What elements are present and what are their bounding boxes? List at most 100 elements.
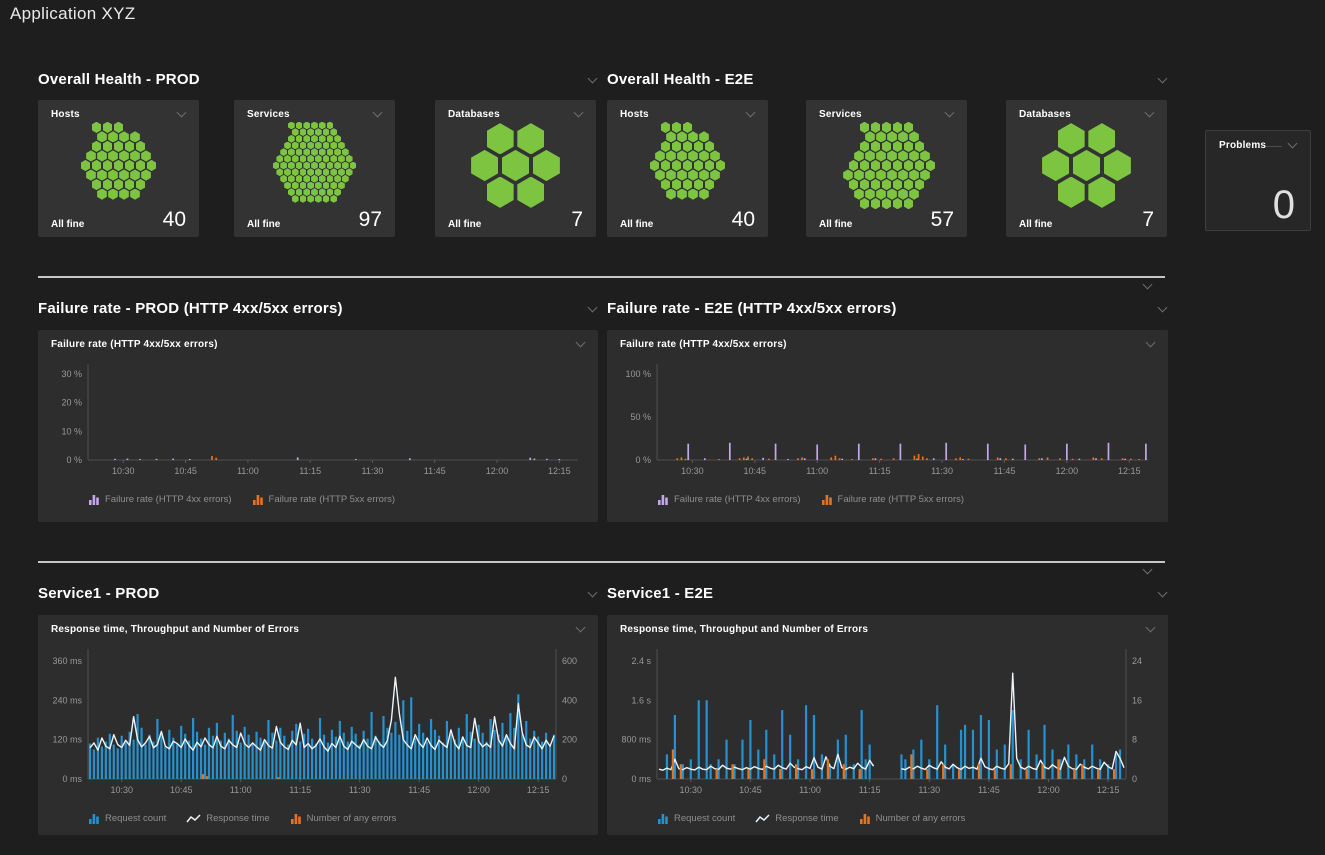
legend-item[interactable]: Failure rate (HTTP 4xx errors): [88, 494, 232, 505]
service-chart-e2e[interactable]: 0 ms800 ms1.6 s2.4 s08162410:3010:4511:0…: [607, 641, 1168, 807]
hexagon-healthy: [854, 169, 864, 180]
legend-item[interactable]: Number of any errors: [859, 813, 966, 824]
hexagon-healthy: [130, 150, 140, 161]
health-tile-databases-prod[interactable]: Databases All fine7: [435, 100, 596, 237]
hexagon-healthy: [1058, 177, 1085, 208]
hexagon-healthy: [334, 135, 341, 143]
svg-text:50 %: 50 %: [630, 412, 651, 422]
hexagon-healthy: [876, 150, 886, 161]
hexagon-healthy: [502, 150, 529, 181]
service-chart-prod[interactable]: 0 ms120 ms240 ms360 ms020040060010:3010:…: [38, 641, 598, 807]
hexagon-healthy: [887, 150, 897, 161]
svg-text:10:45: 10:45: [744, 466, 767, 476]
chevron-down-icon[interactable]: [588, 75, 598, 85]
hexagon-healthy: [876, 131, 886, 142]
hexagon-healthy: [909, 189, 919, 200]
legend-item[interactable]: Number of any errors: [290, 813, 397, 824]
chevron-down-icon[interactable]: [576, 339, 586, 349]
count-value: 7: [571, 209, 583, 230]
legend-item[interactable]: Failure rate (HTTP 5xx errors): [252, 494, 396, 505]
hexagon-healthy: [284, 168, 291, 176]
hexagon-healthy: [694, 179, 704, 190]
chevron-down-icon[interactable]: [588, 304, 598, 314]
chevron-down-icon[interactable]: [373, 109, 383, 119]
hexagon-healthy: [307, 128, 314, 136]
chevron-down-icon[interactable]: [576, 624, 586, 634]
hexagon-healthy: [909, 150, 919, 161]
chevron-down-icon[interactable]: [1143, 566, 1153, 576]
hexagon-healthy: [854, 150, 864, 161]
hexagon-healthy: [688, 189, 698, 200]
hexagon-healthy: [898, 150, 908, 161]
svg-text:10:45: 10:45: [174, 466, 197, 476]
chart-tile-service-prod[interactable]: Response time, Throughput and Number of …: [38, 615, 598, 835]
failure-rate-chart-prod[interactable]: 0 %10 %20 %30 %10:3010:4511:0011:1511:30…: [38, 358, 598, 488]
hexagon-healthy: [710, 150, 720, 161]
hexagon-healthy: [849, 160, 859, 171]
chevron-down-icon[interactable]: [1158, 304, 1168, 314]
section-header-overall-health-e2e: Overall Health - E2E: [607, 71, 1168, 88]
svg-text:11:15: 11:15: [299, 466, 321, 476]
hexagon-healthy: [125, 141, 135, 152]
hexagon-healthy: [315, 195, 322, 203]
hexagon-healthy: [904, 141, 914, 152]
hexagon-healthy: [904, 160, 914, 171]
health-tile-hosts-e2e[interactable]: Hosts All fine40: [607, 100, 768, 237]
bar-series-icon: [290, 813, 302, 824]
chevron-down-icon[interactable]: [1143, 281, 1153, 291]
health-tile-services-e2e[interactable]: Services All fine57: [806, 100, 967, 237]
honeycomb: [821, 121, 952, 210]
hexagon-healthy: [147, 160, 157, 171]
chevron-down-icon[interactable]: [1146, 339, 1156, 349]
hexagon-healthy: [487, 177, 514, 208]
chevron-down-icon[interactable]: [1145, 109, 1155, 119]
svg-text:11:45: 11:45: [408, 785, 430, 795]
chevron-down-icon[interactable]: [1288, 140, 1298, 150]
hexagon-healthy: [688, 131, 698, 142]
legend-item[interactable]: Request count: [88, 813, 166, 824]
chevron-down-icon[interactable]: [1146, 624, 1156, 634]
hexagon-healthy: [342, 162, 349, 170]
chevron-down-icon[interactable]: [1158, 589, 1168, 599]
hexagon-healthy: [327, 175, 334, 183]
hexagon-healthy: [330, 155, 337, 163]
legend-item[interactable]: Response time: [755, 813, 838, 824]
hexagon-healthy: [843, 169, 853, 180]
hexagon-healthy: [920, 150, 930, 161]
chart-tile-failure-e2e[interactable]: Failure rate (HTTP 4xx/5xx errors) 0 %50…: [607, 330, 1168, 522]
hexagon-healthy: [130, 131, 140, 142]
legend-item[interactable]: Failure rate (HTTP 5xx errors): [821, 494, 965, 505]
problems-tile[interactable]: Problems 0: [1205, 130, 1311, 231]
svg-text:12:15: 12:15: [527, 785, 550, 795]
hexagon-healthy: [330, 168, 337, 176]
bar-series-icon: [821, 494, 833, 505]
legend-item[interactable]: Failure rate (HTTP 4xx errors): [657, 494, 801, 505]
hexagon-healthy: [288, 148, 295, 156]
hexagon-healthy: [315, 182, 322, 190]
failure-rate-chart-e2e[interactable]: 0 %50 %100 %10:3010:4511:0011:1511:3011:…: [607, 358, 1168, 488]
legend-label: Failure rate (HTTP 4xx errors): [674, 494, 801, 505]
status-label: All fine: [51, 219, 84, 230]
chevron-down-icon[interactable]: [177, 109, 187, 119]
chevron-down-icon[interactable]: [588, 589, 598, 599]
chart-tile-failure-prod[interactable]: Failure rate (HTTP 4xx/5xx errors) 0 %10…: [38, 330, 598, 522]
chevron-down-icon[interactable]: [746, 109, 756, 119]
health-tile-services-prod[interactable]: Services All fine97: [234, 100, 395, 237]
hexagon-healthy: [882, 141, 892, 152]
sparkline-placeholder: [1266, 146, 1282, 147]
hexagon-healthy: [292, 128, 299, 136]
hexagon-healthy: [300, 128, 307, 136]
line-series-icon: [755, 814, 770, 824]
chevron-down-icon[interactable]: [574, 109, 584, 119]
hexagon-healthy: [915, 141, 925, 152]
chevron-down-icon[interactable]: [1158, 75, 1168, 85]
legend-item[interactable]: Request count: [657, 813, 735, 824]
hexagon-healthy: [141, 150, 151, 161]
chevron-down-icon[interactable]: [945, 109, 955, 119]
health-tile-hosts-prod[interactable]: Hosts All fine40: [38, 100, 199, 237]
hexagon-healthy: [854, 189, 864, 200]
chart-tile-service-e2e[interactable]: Response time, Throughput and Number of …: [607, 615, 1168, 835]
legend-item[interactable]: Response time: [186, 813, 269, 824]
hexagon-healthy: [342, 148, 349, 156]
health-tile-databases-e2e[interactable]: Databases All fine7: [1006, 100, 1167, 237]
